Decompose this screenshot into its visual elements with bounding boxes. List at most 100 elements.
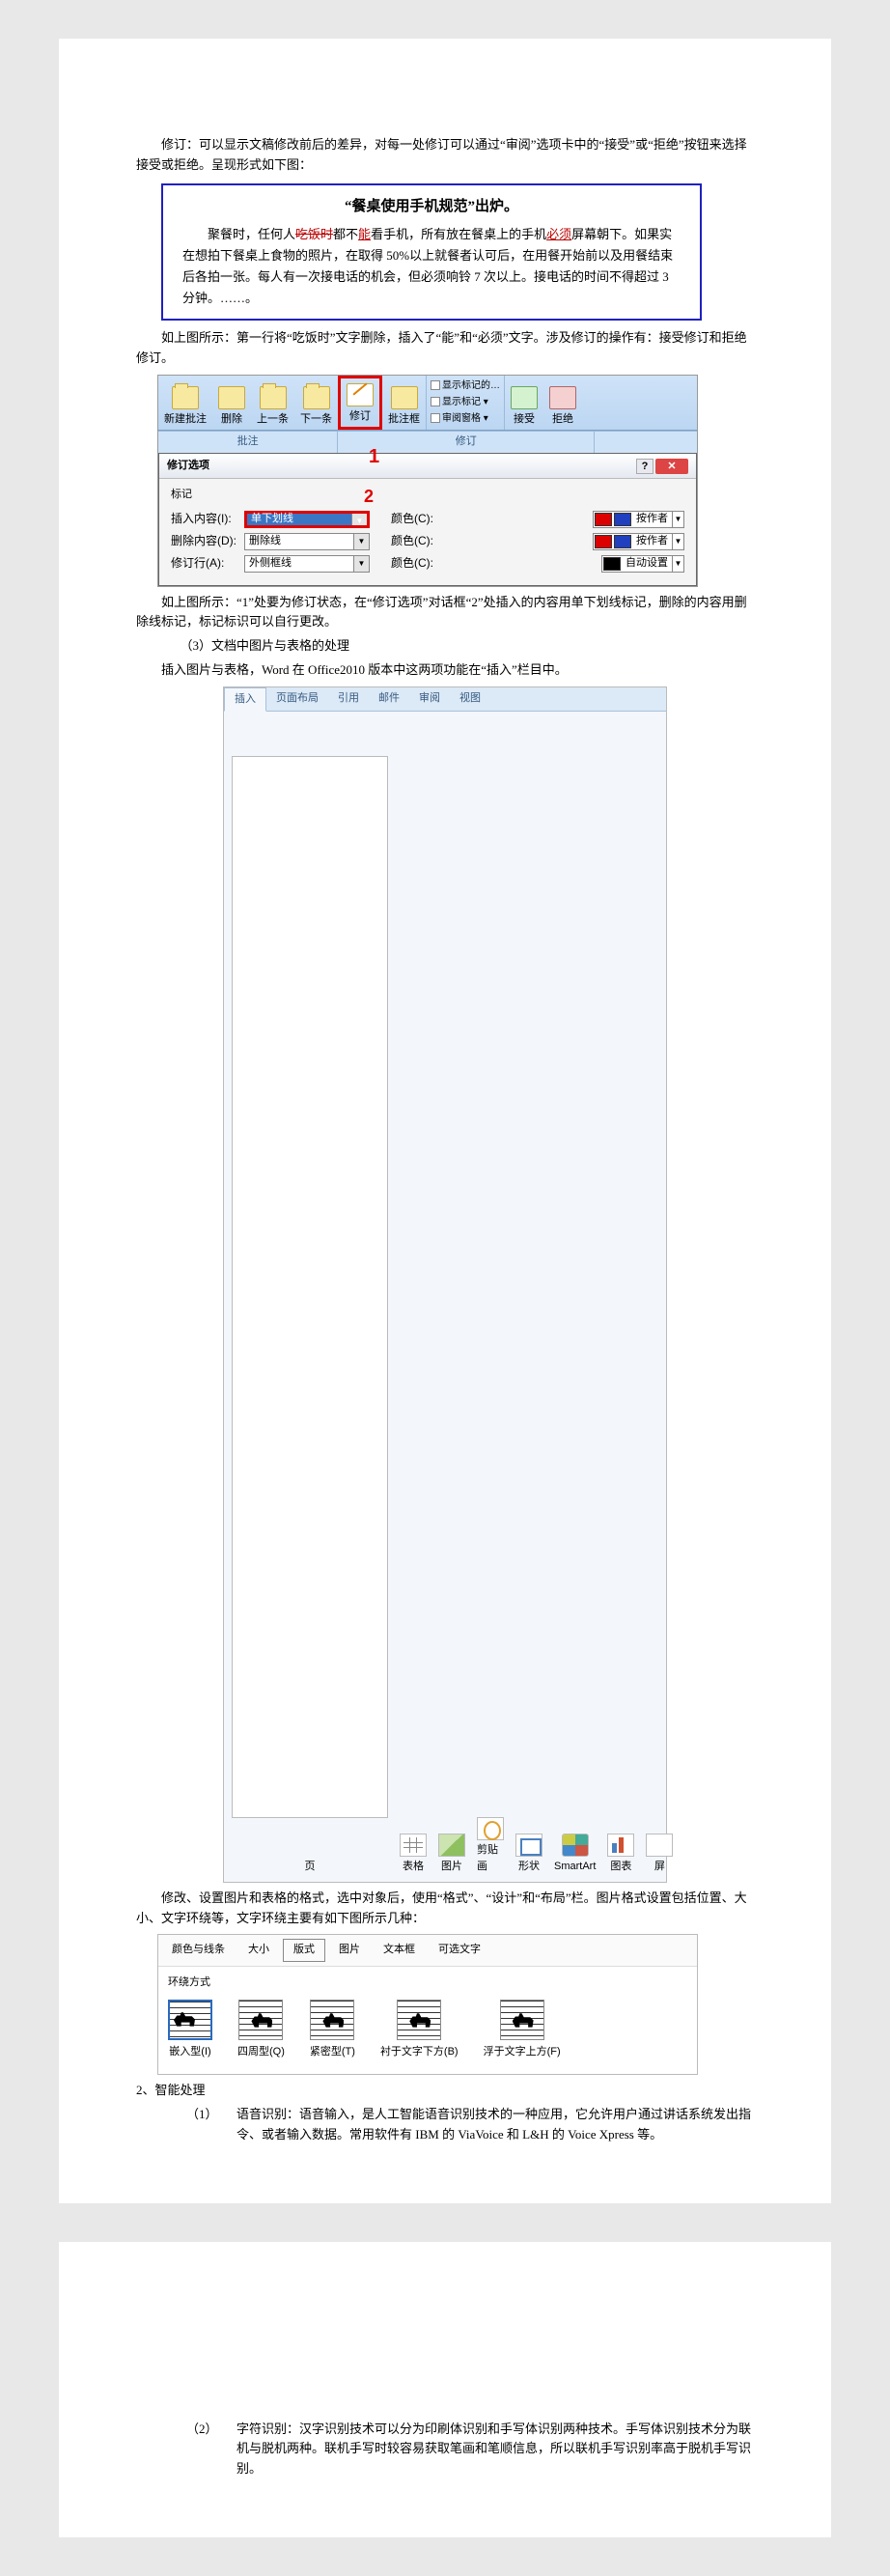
tab-view[interactable]: 视图 — [450, 687, 490, 712]
tab-alt-text[interactable]: 可选文字 — [429, 1940, 490, 1961]
tab-page-layout[interactable]: 页面布局 — [266, 687, 328, 712]
wrap-style-label: 环绕方式 — [168, 1974, 687, 1992]
list-item-character-recognition: （2） 字符识别：汉字识别技术可以分为印刷体识别和手写体识别两种技术。手写体识别… — [136, 2420, 754, 2479]
close-button[interactable]: ✕ — [655, 459, 688, 474]
deletions-row: 删除内容(D): 删除线 ▼ 颜色(C): 按作者 ▼ — [171, 532, 684, 550]
tab-layout[interactable]: 版式 — [283, 1939, 325, 1962]
dog-icon — [513, 2012, 534, 2028]
group-label-comments: 批注 — [158, 432, 338, 453]
tab-review[interactable]: 审阅 — [409, 687, 450, 712]
color-swatch-icon — [595, 535, 612, 548]
label: 显示标记的… — [442, 380, 500, 391]
layout-dialog-tabs: 颜色与线条 大小 版式 图片 文本框 可选文字 — [158, 1935, 697, 1967]
new-comment-button[interactable]: 新建批注 — [158, 376, 212, 431]
button-label: 表格 — [403, 1859, 424, 1876]
option-label: 衬于文字下方(B) — [380, 2044, 459, 2061]
dialog-titlebar: 修订选项 ? ✕ — [159, 454, 696, 480]
group-label-blank — [595, 432, 697, 453]
document-page-1: 修订：可以显示文稿修改前后的差异，对每一处修订可以通过“审阅”选项卡中的“接受”… — [59, 39, 831, 2203]
wrap-behind-icon — [397, 2000, 441, 2040]
changed-lines-style-combo[interactable]: 外侧框线 ▼ — [244, 555, 370, 573]
previous-button[interactable]: 上一条 — [251, 376, 294, 431]
markup-section-label: 标记 2 — [171, 487, 684, 504]
combo-value: 外侧框线 — [245, 555, 353, 573]
insertions-color-combo[interactable]: 按作者 ▼ — [593, 511, 684, 528]
tab-size[interactable]: 大小 — [238, 1940, 279, 1961]
tab-references[interactable]: 引用 — [328, 687, 369, 712]
table-button[interactable]: 表格 — [396, 1834, 431, 1876]
chart-button[interactable]: 图表 — [603, 1834, 638, 1876]
deletions-style-combo[interactable]: 删除线 ▼ — [244, 533, 370, 550]
item-body: 语音识别：语音输入，是人工智能语音识别技术的一种应用，它允许用户通过讲话系统发出… — [236, 2105, 754, 2145]
accept-icon — [511, 386, 538, 409]
label: 审阅窗格 ▾ — [442, 413, 488, 424]
smartart-button[interactable]: SmartArt — [550, 1834, 599, 1876]
ribbon-group-labels: 批注 修订 — [158, 431, 697, 453]
tab-mailings[interactable]: 邮件 — [369, 687, 409, 712]
insertions-row: 插入内容(I): 单下划线 ▼ 颜色(C): 按作者 ▼ — [171, 510, 684, 528]
layout-dialog-body: 环绕方式 嵌入型(I) 四周型(Q) 紧密型(T) 衬于文字下方(B) — [158, 1967, 697, 2074]
inserted-text: 必须 — [546, 227, 571, 241]
example-title: “餐桌使用手机规范”出炉。 — [182, 195, 681, 218]
shapes-icon — [515, 1834, 542, 1857]
track-changes-icon — [347, 383, 374, 406]
display-markup-dropdown[interactable]: 显示标记的… — [431, 378, 500, 394]
chevron-down-icon: ▼ — [672, 534, 683, 549]
tab-insert[interactable]: 插入 — [224, 687, 266, 713]
shapes-button[interactable]: 形状 — [512, 1834, 546, 1876]
paragraph-wrap-intro: 修改、设置图片和表格的格式，选中对象后，使用“格式”、“设计”和“布局”栏。图片… — [136, 1889, 754, 1929]
cover-page-button[interactable]: 页 — [228, 717, 392, 1876]
accept-button[interactable]: 接受 — [504, 376, 543, 431]
wrap-inline-option[interactable]: 嵌入型(I) — [168, 2000, 212, 2061]
item-number: （2） — [186, 2420, 218, 2479]
deletions-color-combo[interactable]: 按作者 ▼ — [593, 533, 684, 550]
picture-button[interactable]: 图片 — [434, 1834, 469, 1876]
reject-button[interactable]: 拒绝 — [543, 376, 582, 431]
next-button[interactable]: 下一条 — [294, 376, 338, 431]
delete-comment-button[interactable]: 删除 — [212, 376, 251, 431]
section-label: 标记 — [171, 489, 192, 500]
wrap-tight-option[interactable]: 紧密型(T) — [310, 2000, 355, 2061]
tab-colors-lines[interactable]: 颜色与线条 — [162, 1940, 235, 1961]
balloons-button[interactable]: 批注框 — [382, 376, 426, 431]
changed-lines-row: 修订行(A): 外侧框线 ▼ 颜色(C): 自动设置 ▼ — [171, 554, 684, 573]
ribbon-row: 新建批注 删除 上一条 下一条 修订 批注框 — [158, 376, 697, 432]
wrap-inline-icon — [168, 2000, 212, 2040]
screenshot-icon — [646, 1834, 673, 1857]
wrap-square-option[interactable]: 四周型(Q) — [237, 2000, 285, 2061]
clipart-button[interactable]: 剪贴画 — [473, 1817, 508, 1876]
insert-ribbon-body: 页 表格 图片 剪贴画 形状 SmartArt 图表 屏 — [224, 712, 666, 1882]
tab-textbox[interactable]: 文本框 — [374, 1940, 425, 1961]
screenshot-button[interactable]: 屏 — [642, 1834, 677, 1876]
chevron-down-icon: ▼ — [672, 512, 683, 527]
color-swatch-icon — [614, 513, 631, 526]
wrap-square-icon — [238, 2000, 283, 2040]
color-swatch-icon — [603, 557, 621, 571]
option-label: 四周型(Q) — [237, 2044, 285, 2061]
dog-icon — [409, 2012, 431, 2028]
word-review-ribbon-screenshot: 新建批注 删除 上一条 下一条 修订 批注框 — [157, 375, 698, 587]
help-button[interactable]: ? — [636, 459, 654, 474]
next-icon — [303, 386, 330, 409]
table-icon — [400, 1834, 427, 1857]
insertions-style-combo[interactable]: 单下划线 ▼ — [244, 511, 370, 528]
dog-icon — [174, 2011, 195, 2027]
tab-picture[interactable]: 图片 — [329, 1940, 370, 1961]
wrap-front-option[interactable]: 浮于文字上方(F) — [484, 2000, 561, 2061]
annotation-number-1: 1 — [369, 441, 379, 472]
reject-icon — [549, 386, 576, 409]
page-icon — [232, 756, 388, 1818]
picture-icon — [438, 1834, 465, 1857]
chevron-down-icon: ▼ — [353, 556, 369, 572]
combo-value: 单下划线 — [247, 511, 351, 528]
track-changes-options-dialog: 修订选项 ? ✕ 标记 2 插入内容(I): 单下划线 ▼ — [158, 453, 697, 586]
show-markup-dropdown[interactable]: 显示标记 ▾ — [431, 395, 500, 410]
track-changes-button[interactable]: 修订 — [338, 376, 382, 431]
dialog-title-text: 修订选项 — [167, 458, 209, 475]
heading-smart-processing: 2、智能处理 — [136, 2081, 754, 2101]
button-label: 剪贴画 — [477, 1842, 504, 1876]
changed-lines-color-combo[interactable]: 自动设置 ▼ — [601, 555, 684, 573]
review-pane-dropdown[interactable]: 审阅窗格 ▾ — [431, 411, 500, 427]
paragraph-after-example: 如上图所示：第一行将“吃饭时”文字删除，插入了“能”和“必须”文字。涉及修订的操… — [136, 328, 754, 369]
wrap-behind-option[interactable]: 衬于文字下方(B) — [380, 2000, 459, 2061]
